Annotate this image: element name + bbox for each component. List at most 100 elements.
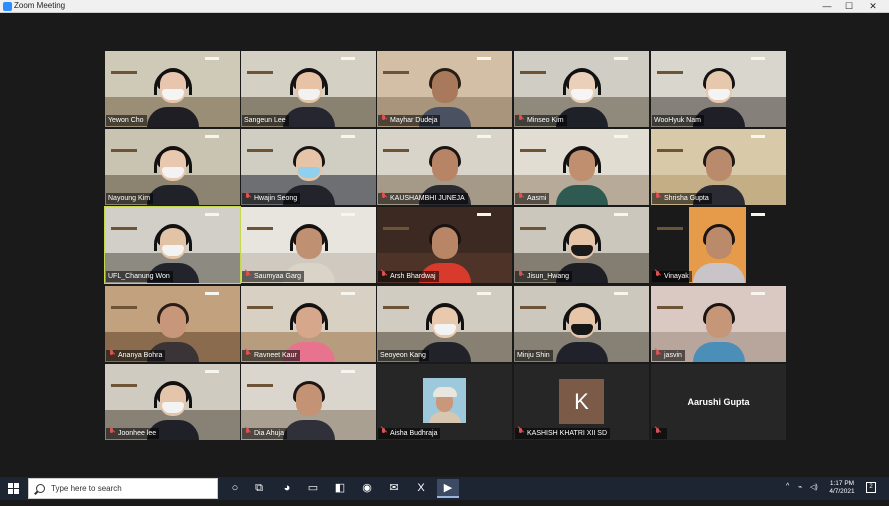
participant-name-tag: Aasmi <box>515 193 550 204</box>
excel-icon[interactable]: X <box>410 479 432 498</box>
participant-name-tag: UFL_Chanung Won <box>106 271 173 282</box>
participant-tile[interactable]: Hwajin Seong <box>241 129 376 205</box>
muted-mic-icon <box>380 193 387 201</box>
task-view-icon[interactable]: ○ <box>224 479 246 498</box>
muted-mic-icon <box>654 271 661 279</box>
participant-name: Yewon Cho <box>108 117 144 124</box>
muted-mic-icon <box>108 428 115 436</box>
participant-tile[interactable]: Vinayak <box>651 207 786 283</box>
participant-name: Aasmi <box>527 195 547 202</box>
participant-tile[interactable]: Saumyaa Garg <box>241 207 376 283</box>
network-icon[interactable]: ⌁ <box>798 483 802 506</box>
participant-tile[interactable]: UFL_Chanung Won <box>104 206 241 284</box>
participant-name-tag: Arsh Bhardwaj <box>378 271 439 282</box>
participant-name-tag: Vinayak <box>652 271 692 282</box>
participant-tile[interactable]: K KASHISH KHATRI XII SD <box>514 364 649 440</box>
participant-name: KASHISH KHATRI XII SD <box>527 430 607 437</box>
participant-figure <box>141 67 205 127</box>
muted-mic-icon <box>108 350 115 358</box>
participant-name: Vinayak <box>664 273 689 280</box>
zoom-icon[interactable]: ▶ <box>437 479 459 498</box>
muted-mic-icon <box>380 428 387 436</box>
participant-name-tag <box>652 428 667 439</box>
participant-name: Joonhee lee <box>118 430 157 437</box>
clock-time: 1:17 PM <box>829 480 855 487</box>
avatar-initial: K <box>559 379 604 424</box>
participant-tile[interactable]: jasvin <box>651 286 786 362</box>
participant-name-tag: Joonhee lee <box>106 428 160 439</box>
participant-name-tag: KASHISH KHATRI XII SD <box>515 428 610 439</box>
participant-tile[interactable]: Aasmi <box>514 129 649 205</box>
participant-name: Ravneet Kaur <box>254 352 297 359</box>
search-icon <box>36 484 45 493</box>
participant-tile[interactable]: Sangeun Lee <box>241 51 376 127</box>
participant-name: Arsh Bhardwaj <box>390 273 436 280</box>
participant-name-tag: Saumyaa Garg <box>242 271 305 282</box>
participant-name-tag: Mayhar Dudeja <box>378 115 441 126</box>
muted-mic-icon <box>517 115 524 123</box>
notification-center-icon[interactable]: 2 <box>866 482 876 493</box>
participant-figure <box>687 223 751 283</box>
participant-name-tag: Nayoung Kim <box>106 193 154 204</box>
taskbar-clock[interactable]: 1:17 PM 4/7/2021 <box>826 480 858 496</box>
chrome-icon[interactable]: ◉ <box>356 479 378 498</box>
window-title: Zoom Meeting <box>14 1 66 10</box>
participant-figure <box>550 302 614 362</box>
store-icon[interactable]: ◧ <box>329 479 351 498</box>
muted-mic-icon <box>517 271 524 279</box>
participant-tile[interactable]: Seoyeon Kang <box>377 286 512 362</box>
participant-name-tag: Aisha Budhraja <box>378 428 441 439</box>
participant-figure <box>550 145 614 205</box>
participant-tile[interactable]: WooHyuk Nam <box>651 51 786 127</box>
participant-name: Jisun_Hwang <box>527 273 570 280</box>
participant-tile[interactable]: Minseo Kim <box>514 51 649 127</box>
participant-tile[interactable]: Shrisha Gupta <box>651 129 786 205</box>
participant-name-tag: Jisun_Hwang <box>515 271 573 282</box>
search-placeholder: Type here to search <box>51 484 122 493</box>
participant-tile[interactable]: Ananya Bohra <box>105 286 240 362</box>
participant-name-tag: jasvin <box>652 350 685 361</box>
muted-mic-icon <box>517 428 524 436</box>
zoom-app-icon <box>3 2 12 11</box>
participant-name: Saumyaa Garg <box>254 273 302 280</box>
clock-date: 4/7/2021 <box>829 488 855 495</box>
participant-display-name: Aarushi Gupta <box>687 397 750 407</box>
mail-icon[interactable]: ✉ <box>383 479 405 498</box>
participant-name: Ananya Bohra <box>118 352 163 359</box>
volume-icon[interactable]: ◁) <box>810 483 818 506</box>
muted-mic-icon <box>244 271 251 279</box>
participant-tile[interactable]: Arsh Bhardwaj <box>377 207 512 283</box>
participant-tile[interactable]: KAUSHAMBHI JUNEJA <box>377 129 512 205</box>
start-button[interactable] <box>2 479 24 498</box>
close-button[interactable]: ✕ <box>862 0 884 13</box>
participant-tile[interactable]: Dia Ahuja <box>241 364 376 440</box>
task-switch-icon[interactable]: ⧉ <box>248 479 270 498</box>
participant-name-tag: Minseo Kim <box>515 115 567 126</box>
tray-chevron-icon[interactable]: ^ <box>786 483 789 506</box>
participant-name: KAUSHAMBHI JUNEJA <box>390 195 465 202</box>
participant-tile[interactable]: Ravneet Kaur <box>241 286 376 362</box>
participant-tile[interactable]: Joonhee lee <box>105 364 240 440</box>
taskbar-search-box[interactable]: Type here to search <box>28 478 218 499</box>
minimize-button[interactable]: — <box>816 0 838 13</box>
video-gallery: Yewon Cho Sangeun Lee Mayhar Dudeja Minseo … <box>0 13 889 477</box>
participant-name: Mayhar Dudeja <box>390 117 438 124</box>
participant-tile[interactable]: Jisun_Hwang <box>514 207 649 283</box>
participant-name-tag: Ananya Bohra <box>106 350 166 361</box>
participant-tile[interactable]: Nayoung Kim <box>105 129 240 205</box>
participant-name-tag: KAUSHAMBHI JUNEJA <box>378 193 468 204</box>
participant-tile[interactable]: Aarushi Gupta <box>651 364 786 440</box>
muted-mic-icon <box>244 350 251 358</box>
participant-tile[interactable]: Mayhar Dudeja <box>377 51 512 127</box>
muted-mic-icon <box>380 115 387 123</box>
file-explorer-icon[interactable]: ▭ <box>302 479 324 498</box>
participant-tile[interactable]: Minju Shin <box>514 286 649 362</box>
maximize-button[interactable]: ☐ <box>838 0 860 13</box>
participant-tile[interactable]: Aisha Budhraja <box>377 364 512 440</box>
participant-name-tag: Seoyeon Kang <box>378 350 429 361</box>
participant-name-tag: Dia Ahuja <box>242 428 287 439</box>
participant-name-tag: Sangeun Lee <box>242 115 289 126</box>
participant-tile[interactable]: Yewon Cho <box>105 51 240 127</box>
edge-icon[interactable]: ◕ <box>276 479 298 498</box>
participant-name: Hwajin Seong <box>254 195 298 202</box>
